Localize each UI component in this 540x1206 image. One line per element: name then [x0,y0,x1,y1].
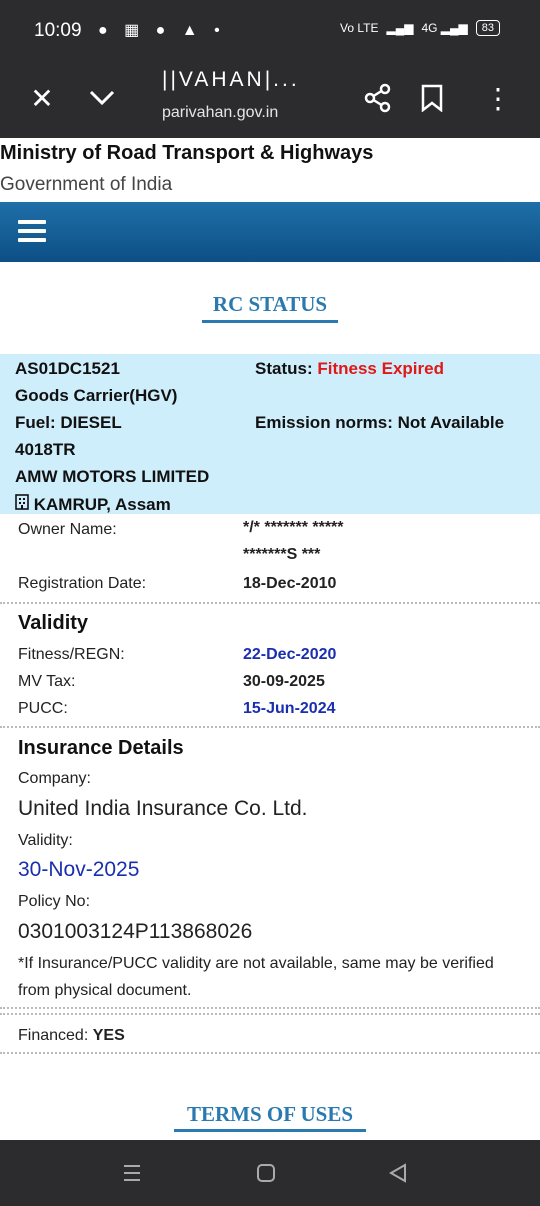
pucc-label: PUCC: [18,700,68,717]
insurance-note: *If Insurance/PUCC validity are not avai… [18,955,494,999]
divider [0,726,540,728]
insurance-validity-label: Validity: [18,832,73,849]
signal-icon: ▂▄▆ [386,21,414,35]
vehicle-class: Goods Carrier(HGV) [15,386,178,405]
vehicle-info-box: AS01DC1521 Goods Carrier(HGV) Fuel: DIES… [0,354,540,514]
hamburger-menu-icon[interactable] [18,216,46,246]
nav-bar [0,202,540,262]
building-icon [15,494,34,514]
rto-location: KAMRUP, Assam [15,494,171,515]
recent-apps-icon[interactable] [112,1158,152,1188]
insurance-validity-value: 30-Nov-2025 [18,858,140,881]
registration-date-value: 18-Dec-2010 [243,575,337,592]
validity-heading: Validity [18,612,89,634]
government-label: Government of India [0,174,173,195]
ministry-heading: Ministry of Road Transport & Highways [0,142,374,164]
fuel-type: Fuel: DIESEL [15,413,122,432]
system-nav-bar [0,1140,540,1206]
owner-name-line2: *******S *** [243,546,321,563]
financed-row: Financed: YES [18,1027,125,1045]
divider [0,1052,540,1054]
vehicle-model: 4018TR [15,440,76,459]
policy-label: Policy No: [18,893,91,910]
financed-value: YES [92,1027,125,1044]
status-line: Status: Fitness Expired [255,359,444,379]
registration-number: AS01DC1521 [15,359,120,378]
clock: 10:09 [34,20,82,41]
data-signal-icon: 4G ▂▄▆ [421,21,468,35]
battery-icon: 83 [475,20,500,36]
divider [0,1007,540,1009]
status-right: Vo LTE ▂▄▆ 4G ▂▄▆ 83 [340,20,500,36]
owner-name-line1: */* ******* ***** [243,519,344,536]
more-options-icon[interactable]: ⋮ [478,78,518,118]
insurance-heading: Insurance Details [18,737,184,759]
pucc-value: 15-Jun-2024 [243,700,336,717]
rc-status-title: RC STATUS [212,292,328,316]
status-label: Status: [255,359,313,378]
fitness-label: Fitness/REGN: [18,646,125,663]
divider [0,1013,540,1015]
notification-icons: ● ▦ ● ▲ • [98,22,226,39]
bookmark-icon[interactable] [412,78,452,118]
terms-underline [174,1129,366,1132]
policy-value: 0301003124P113868026 [18,920,253,943]
company-value: United India Insurance Co. Ltd. [18,797,308,820]
volte-icon: Vo LTE [340,21,379,35]
status-value: Fitness Expired [317,359,444,378]
company-label: Company: [18,770,91,787]
chevron-down-icon[interactable] [82,78,122,118]
share-icon[interactable] [358,78,398,118]
browser-toolbar: ✕ ||VAHAN|... parivahan.gov.in ⋮ [0,60,540,138]
registration-date-label: Registration Date: [18,575,147,592]
vehicle-maker: AMW MOTORS LIMITED [15,467,210,486]
close-icon[interactable]: ✕ [22,78,62,118]
owner-name-label: Owner Name: [18,521,117,538]
back-icon[interactable] [378,1158,418,1188]
home-icon[interactable] [246,1158,286,1188]
emission-norms: Emission norms: Not Available [255,413,505,432]
rto-label: KAMRUP, Assam [33,495,171,514]
terms-of-use-link[interactable]: TERMS OF USES [0,1102,540,1127]
mv-tax-label: MV Tax: [18,673,76,690]
status-bar: 10:09 ● ▦ ● ▲ • Vo LTE ▂▄▆ 4G ▂▄▆ 83 [0,0,540,60]
url-text[interactable]: parivahan.gov.in [162,104,278,122]
mv-tax-value: 30-09-2025 [243,673,325,690]
fitness-value: 22-Dec-2020 [243,646,337,663]
divider [0,602,540,604]
title-underline [202,320,338,323]
financed-label: Financed: [18,1027,89,1044]
page-title[interactable]: ||VAHAN|... [162,68,300,92]
